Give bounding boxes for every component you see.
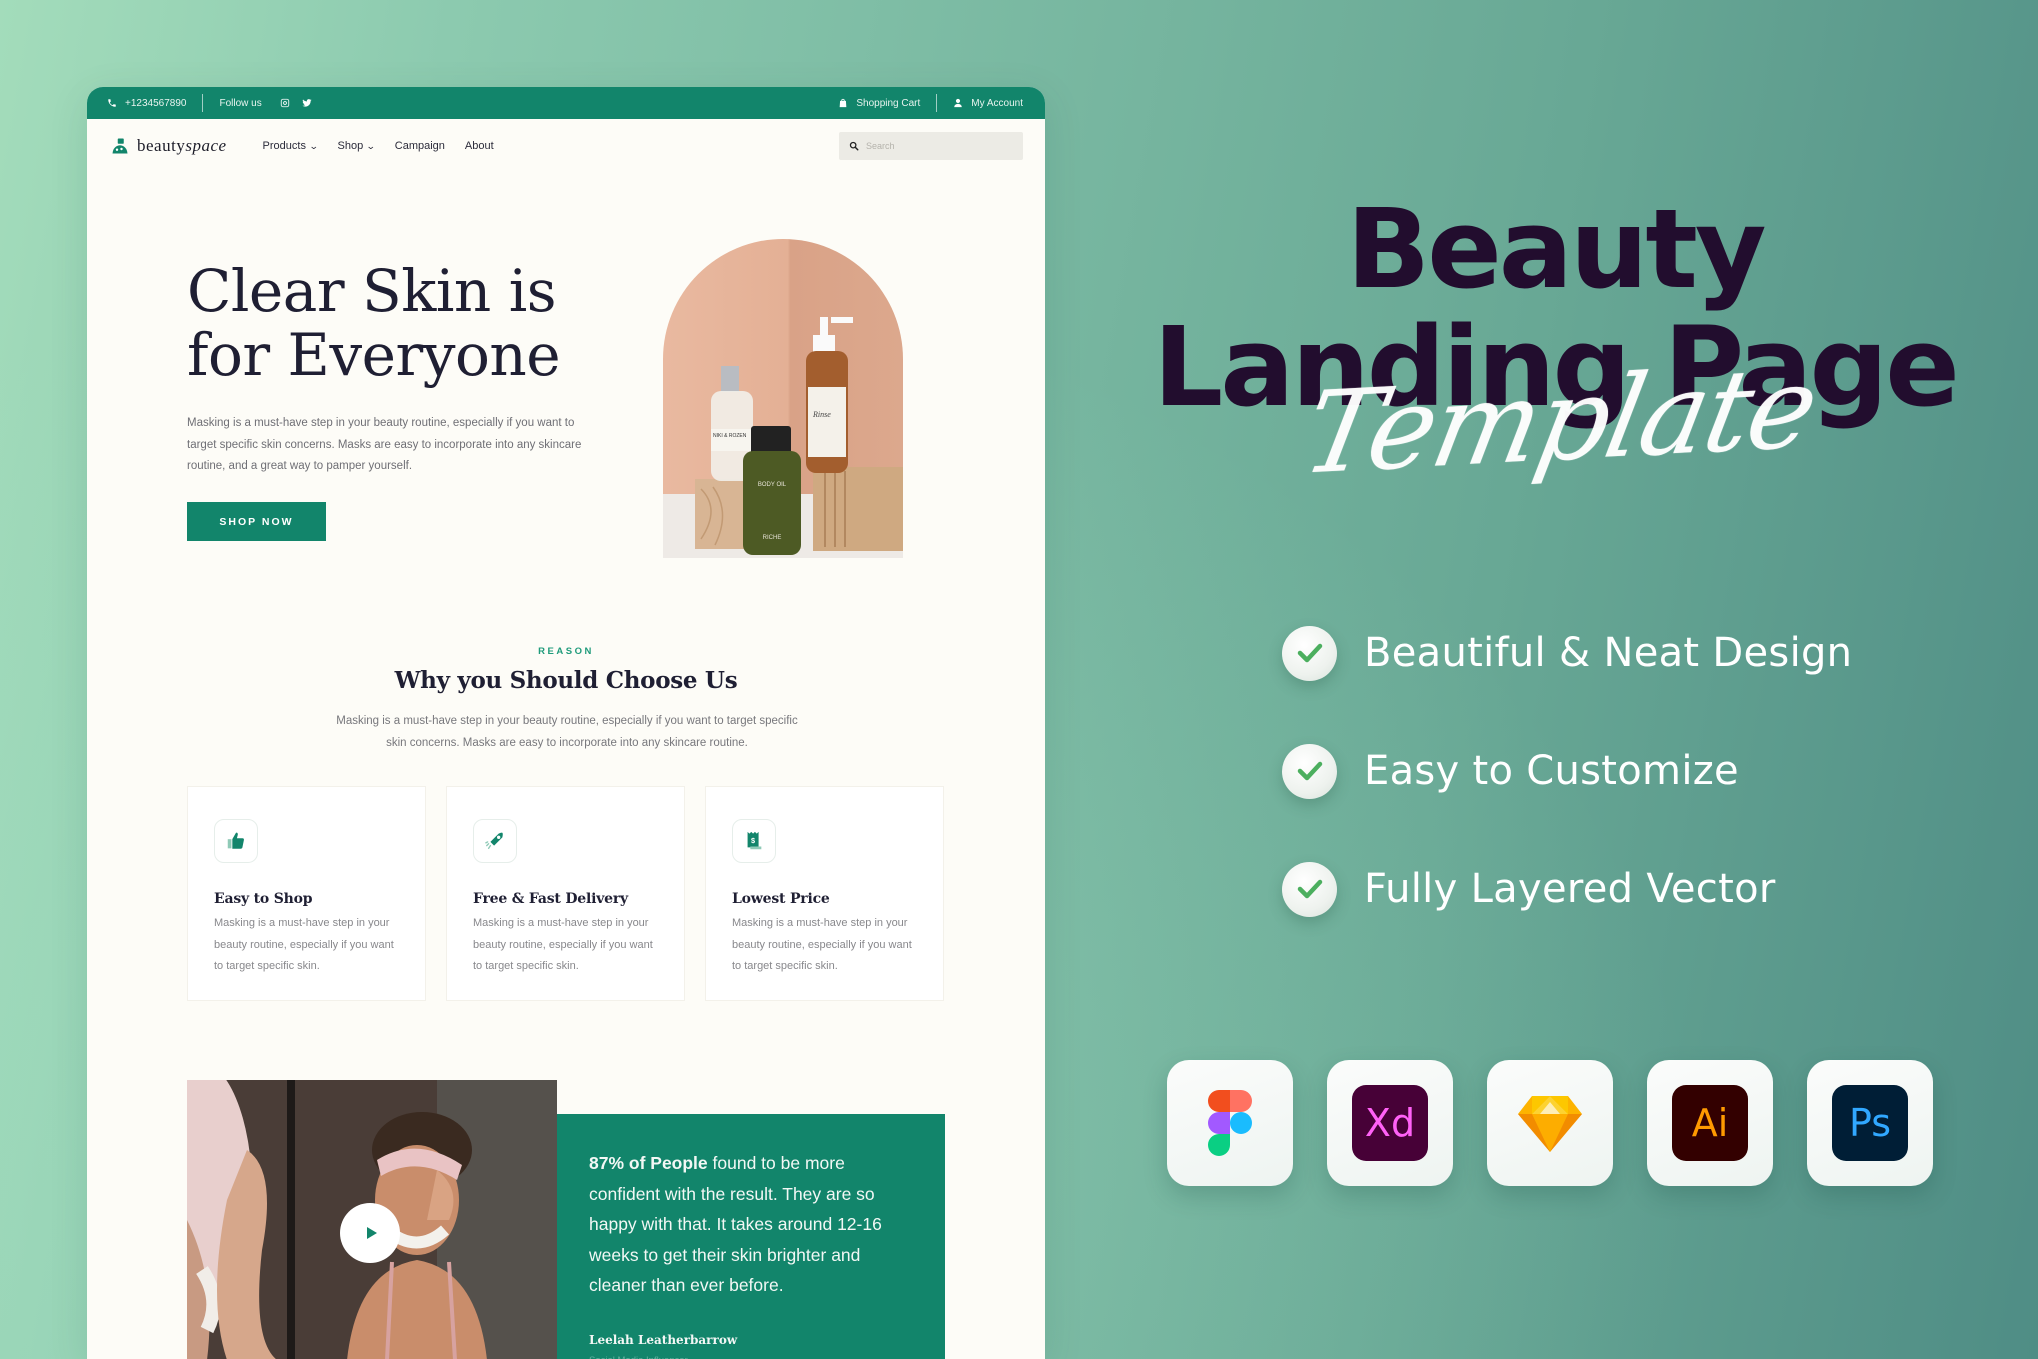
user-icon (953, 98, 963, 108)
nav-item-products[interactable]: Products ⌄ (262, 140, 319, 152)
logo[interactable]: beautyspace (111, 136, 227, 156)
svg-text:Rinse: Rinse (812, 410, 831, 419)
logo-icon (111, 137, 129, 155)
nav-item-label: Campaign (394, 140, 445, 152)
testimonial-card: 87% of People found to be more confident… (557, 1114, 945, 1359)
card-text: Masking is a must-have step in your beau… (214, 917, 394, 972)
feature-card: Free & Fast Delivery Masking is a must-h… (446, 786, 685, 1001)
card-title: Free & Fast Delivery (473, 891, 628, 907)
testimonial-author: Leelah Leatherbarrow (589, 1332, 738, 1347)
testimonial-photo (187, 1080, 557, 1359)
section-description: Masking is a must-have step in your beau… (336, 715, 798, 749)
hero-title-line-1: Clear Skin is (187, 257, 557, 325)
search-input[interactable] (866, 141, 1006, 151)
promo-title-line-1: Beauty (1346, 185, 1766, 313)
nav-item-shop[interactable]: Shop ⌄ (337, 140, 376, 152)
feature-list: Beautiful & Neat Design Easy to Customiz… (1282, 625, 1852, 979)
landing-page-mockup: +1234567890 Follow us Shopping Cart My A (87, 87, 1045, 1359)
svg-text:$: $ (751, 836, 755, 845)
divider (936, 94, 938, 112)
svg-text:NIKI & ROZEN: NIKI & ROZEN (713, 433, 747, 439)
logo-text-italic: space (185, 136, 227, 155)
hero-title: Clear Skin is for Everyone (187, 259, 607, 387)
nav-item-about[interactable]: About (465, 140, 494, 152)
product-label-riche: RICHE (763, 535, 782, 541)
nav-item-label: Products (262, 140, 306, 152)
main-nav: beautyspace Products ⌄ Shop ⌄ Campaign A… (87, 119, 1045, 173)
search-box[interactable] (839, 132, 1023, 160)
testimonial-role: Social Media Influencer (589, 1355, 913, 1359)
feature-card: Easy to Shop Masking is a must-have step… (187, 786, 426, 1001)
section-kicker: REASON (538, 646, 594, 657)
hero-product-image: NIKI & ROZEN Rinse BODY OIL RICHE (663, 239, 903, 558)
phone-number[interactable]: +1234567890 (125, 98, 186, 109)
feature-label: Beautiful & Neat Design (1364, 630, 1853, 676)
rocket-icon (473, 819, 517, 863)
card-text: Masking is a must-have step in your beau… (473, 917, 653, 972)
instagram-icon[interactable] (280, 98, 290, 108)
chevron-down-icon: ⌄ (366, 140, 376, 151)
adobe-xd-icon: Xd (1327, 1060, 1453, 1186)
adobe-photoshop-icon: Ps (1807, 1060, 1933, 1186)
check-circle-icon (1282, 861, 1337, 917)
feature-cards: Easy to Shop Masking is a must-have step… (187, 786, 944, 1001)
testimonial-text: 87% of People found to be more confident… (589, 1148, 913, 1301)
play-icon (363, 1227, 378, 1239)
card-text: Masking is a must-have step in your beau… (732, 917, 912, 972)
nav-item-campaign[interactable]: Campaign (395, 140, 445, 152)
divider (202, 94, 204, 112)
top-bar: +1234567890 Follow us Shopping Cart My A (87, 87, 1045, 119)
products-illustration: NIKI & ROZEN Rinse BODY OIL RICHE (663, 317, 903, 558)
figma-icon (1167, 1060, 1293, 1186)
receipt-dollar-icon: $ (732, 819, 776, 863)
nav-item-label: About (464, 140, 494, 152)
logo-text-regular: beauty (137, 136, 186, 155)
check-circle-icon (1282, 625, 1337, 681)
feature-label: Easy to Customize (1364, 748, 1739, 794)
shop-now-button[interactable]: SHOP NOW (187, 502, 326, 541)
hero-description: Masking is a must-have step in your beau… (187, 417, 582, 472)
feature-item: Easy to Customize (1282, 743, 1852, 799)
shopping-cart-link[interactable]: Shopping Cart (856, 98, 920, 109)
follow-us-label: Follow us (219, 97, 262, 109)
my-account-link[interactable]: My Account (971, 98, 1023, 109)
feature-item: Beautiful & Neat Design (1282, 625, 1852, 681)
chevron-down-icon: ⌄ (308, 140, 319, 151)
nav-item-label: Shop (337, 140, 364, 152)
twitter-icon[interactable] (302, 98, 312, 108)
product-label-body-oil: BODY OIL (758, 482, 787, 488)
card-title: Lowest Price (732, 891, 830, 907)
tool-label: Ps (1849, 1101, 1891, 1145)
tool-icons: Xd Ai Ps (1167, 1060, 1933, 1186)
section-title: Why you Should Choose Us (394, 667, 738, 694)
search-icon (849, 141, 859, 151)
hero-title-line-2: for Everyone (187, 321, 561, 389)
shopping-bag-icon (838, 98, 848, 108)
play-video-button[interactable] (340, 1203, 400, 1263)
sketch-icon (1487, 1060, 1613, 1186)
feature-card: $ Lowest Price Masking is a must-have st… (705, 786, 944, 1001)
feature-label: Fully Layered Vector (1364, 866, 1776, 912)
thumbs-up-icon (214, 819, 258, 863)
adobe-illustrator-icon: Ai (1647, 1060, 1773, 1186)
feature-item: Fully Layered Vector (1282, 861, 1852, 917)
logo-text: beautyspace (137, 136, 227, 156)
tool-label: Xd (1365, 1101, 1415, 1145)
testimonial-highlight: 87% of People (589, 1153, 708, 1173)
testimonial-body: found to be more confident with the resu… (589, 1153, 882, 1295)
phone-icon (107, 98, 117, 108)
tool-label: Ai (1692, 1101, 1729, 1145)
check-circle-icon (1282, 743, 1337, 799)
nav-menu: Products ⌄ Shop ⌄ Campaign About (263, 140, 494, 152)
card-title: Easy to Shop (214, 891, 313, 907)
promo-script-title: Template (1293, 341, 1827, 501)
